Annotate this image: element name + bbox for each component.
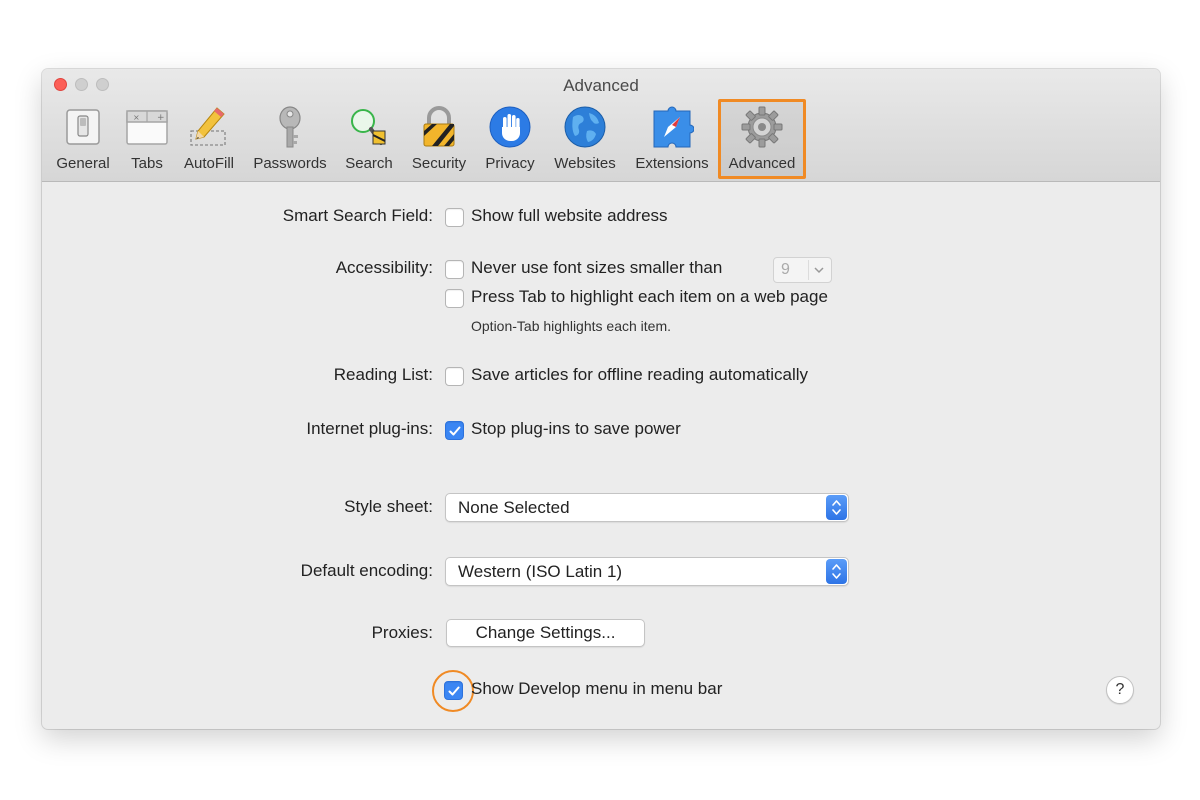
min-font-size-value: 9 [781, 261, 790, 278]
checkmark-icon [448, 686, 460, 696]
show-full-address-text: Show full website address [471, 206, 668, 225]
encoding-select[interactable]: Western (ISO Latin 1) [445, 557, 849, 586]
encoding-value: Western (ISO Latin 1) [458, 562, 623, 581]
toolbar-label: Websites [554, 155, 616, 172]
smart-search-label: Smart Search Field: [282, 206, 433, 225]
toolbar-item-general[interactable]: General [48, 99, 118, 179]
toolbar-item-privacy[interactable]: Privacy [479, 99, 541, 179]
toolbar-item-advanced[interactable]: Advanced [718, 99, 806, 179]
toolbar-label: Tabs [131, 155, 163, 172]
up-down-arrows-icon [826, 559, 847, 584]
option-tab-hint: Option-Tab highlights each item. [471, 318, 671, 334]
accessibility-label: Accessibility: [335, 258, 433, 277]
style-sheet-value: None Selected [458, 498, 570, 517]
plugins-label: Internet plug-ins: [306, 419, 433, 438]
globe-icon [563, 105, 607, 149]
magnifier-icon [347, 105, 391, 149]
min-font-size-text: Never use font sizes smaller than [471, 258, 723, 277]
gear-icon [740, 105, 784, 149]
tab-highlight-checkbox[interactable] [445, 289, 464, 308]
chevron-down-icon [808, 260, 828, 280]
toolbar-item-search[interactable]: Search [339, 99, 399, 179]
padlock-icon [417, 105, 461, 149]
advanced-settings-panel: Smart Search Field: Show full website ad… [42, 182, 1160, 729]
title-bar: Advanced General × + Tabs AutoFill Passw… [42, 69, 1160, 182]
min-font-size-select[interactable]: 9 [773, 257, 832, 283]
toolbar-item-tabs[interactable]: × + Tabs [120, 99, 174, 179]
preferences-window: Advanced General × + Tabs AutoFill Passw… [42, 69, 1160, 729]
style-sheet-select[interactable]: None Selected [445, 493, 849, 522]
hand-icon [488, 105, 532, 149]
toolbar-label: Privacy [485, 155, 535, 172]
reading-list-label: Reading List: [333, 365, 433, 384]
toolbar-item-passwords[interactable]: Passwords [248, 99, 332, 179]
encoding-label: Default encoding: [300, 561, 433, 580]
change-settings-button[interactable]: Change Settings... [446, 619, 645, 647]
toolbar-label: Security [411, 155, 467, 172]
toolbar-label: AutoFill [183, 155, 235, 172]
show-full-address-checkbox[interactable] [445, 208, 464, 227]
window-title: Advanced [563, 76, 639, 95]
checkmark-icon [449, 426, 461, 436]
toolbar-label: Passwords [253, 155, 327, 172]
toolbar-label: Advanced [728, 155, 796, 172]
offline-reading-checkbox[interactable] [445, 367, 464, 386]
min-font-size-checkbox[interactable] [445, 260, 464, 279]
toolbar-item-security[interactable]: Security [406, 99, 472, 179]
toolbar-label: Search [345, 155, 393, 172]
puzzle-compass-icon [650, 105, 695, 149]
style-sheet-label: Style sheet: [344, 497, 433, 516]
stop-plugins-text: Stop plug-ins to save power [471, 419, 681, 438]
general-switch-icon [61, 105, 105, 149]
proxies-label: Proxies: [371, 623, 433, 642]
show-develop-menu-text: Show Develop menu in menu bar [471, 679, 723, 698]
toolbar-label: General [56, 155, 110, 172]
show-develop-menu-checkbox[interactable] [444, 681, 463, 700]
offline-reading-text: Save articles for offline reading automa… [471, 365, 809, 384]
svg-text:+: + [157, 113, 165, 123]
toolbar-item-extensions[interactable]: Extensions [629, 99, 715, 179]
toolbar-item-websites[interactable]: Websites [547, 99, 623, 179]
toolbar-item-autofill[interactable]: AutoFill [178, 99, 240, 179]
tab-highlight-text: Press Tab to highlight each item on a we… [471, 287, 828, 306]
key-icon [268, 105, 312, 149]
help-button[interactable]: ? [1106, 676, 1134, 704]
toolbar-label: Extensions [635, 155, 709, 172]
svg-text:×: × [133, 113, 140, 122]
stop-plugins-checkbox[interactable] [445, 421, 464, 440]
up-down-arrows-icon [826, 495, 847, 520]
tabs-icon: × + [125, 105, 169, 149]
pencil-icon [187, 105, 231, 149]
